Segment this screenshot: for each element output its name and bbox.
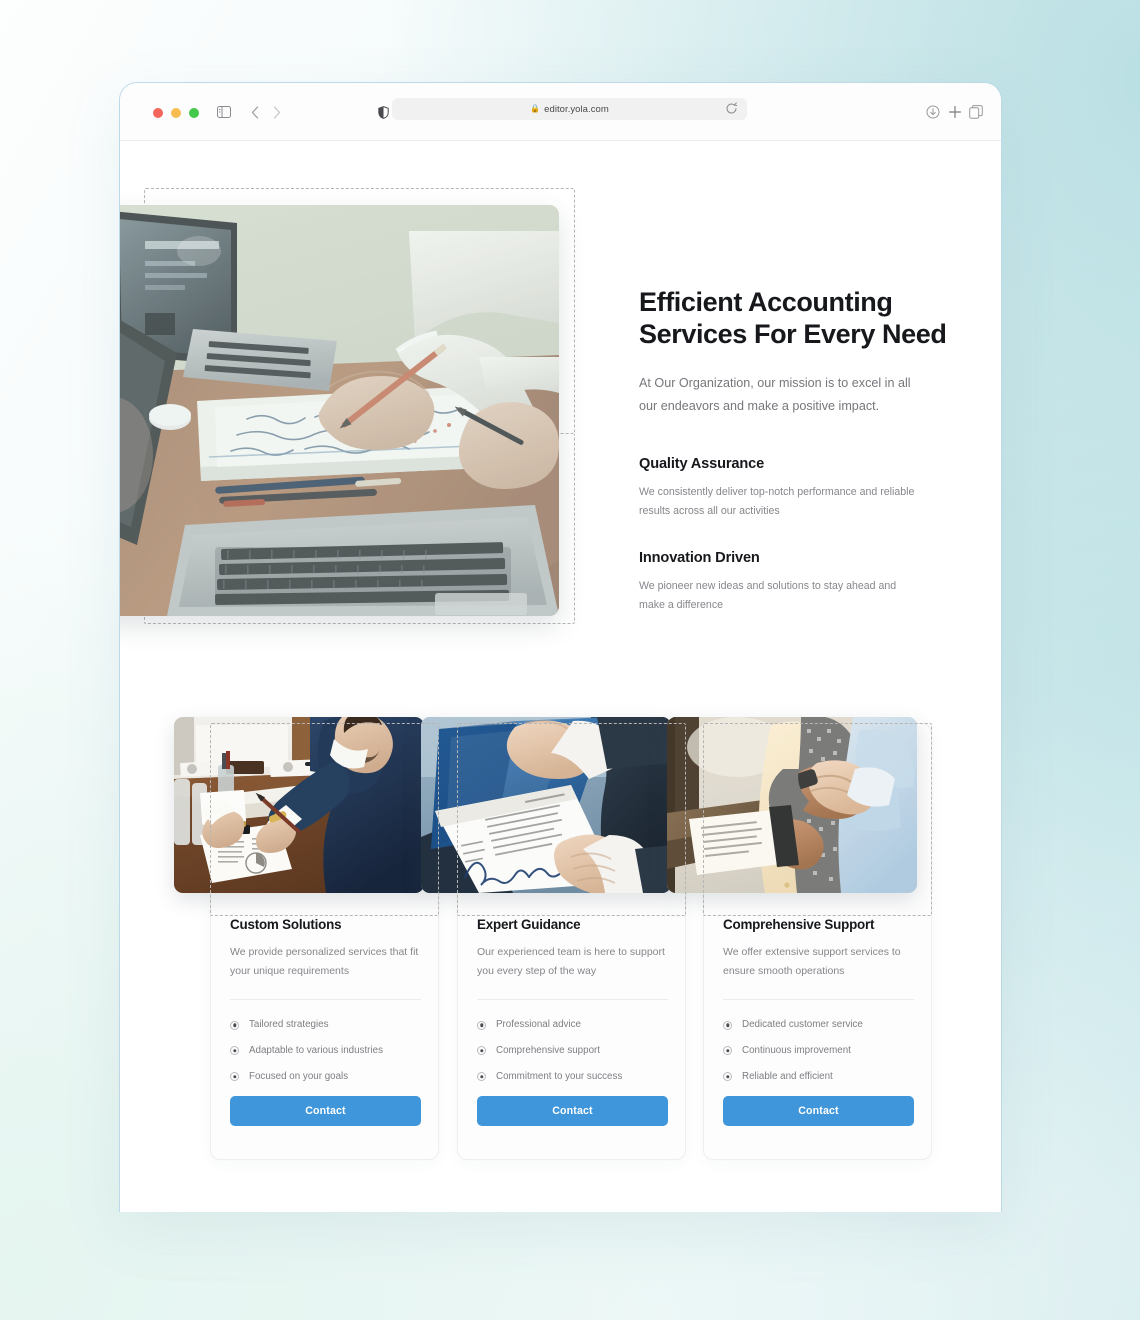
bullet-icon <box>723 1020 732 1030</box>
list-item: Continuous improvement <box>723 1044 914 1058</box>
hero-text-block: Efficient Accounting Services For Every … <box>639 141 959 615</box>
divider <box>477 999 668 1001</box>
list-item: Reliable and efficient <box>723 1070 914 1084</box>
bullet-icon <box>477 1072 486 1082</box>
bullet-icon <box>723 1046 732 1056</box>
contact-button[interactable]: Contact <box>723 1096 914 1127</box>
card-description: We offer extensive support services to e… <box>723 946 901 977</box>
minimize-window-button[interactable] <box>171 108 181 118</box>
list-item-label: Focused on your goals <box>249 1070 349 1082</box>
card-body: Comprehensive Support We offer extensive… <box>704 917 933 1127</box>
list-item-label: Tailored strategies <box>249 1019 329 1031</box>
bullet-icon <box>230 1046 239 1056</box>
card-feature-list: Dedicated customer service Continuous im… <box>723 1018 914 1083</box>
list-item-label: Continuous improvement <box>742 1045 851 1057</box>
feature-quality-assurance: Quality Assurance We consistently delive… <box>639 456 959 522</box>
bullet-icon <box>230 1072 239 1082</box>
lock-icon: 🔒 <box>530 104 541 113</box>
bullet-icon <box>477 1020 486 1030</box>
tab-overview-icon[interactable] <box>965 101 987 123</box>
bullet-icon <box>723 1072 732 1082</box>
hero-title-line-2: Services For Every Need <box>639 318 947 349</box>
feature-title: Quality Assurance <box>639 455 765 472</box>
traffic-lights <box>153 108 199 118</box>
card-description: We provide personalized services that fi… <box>230 946 419 977</box>
page-canvas: Efficient Accounting Services For Every … <box>120 141 1001 1212</box>
sidebar-toggle-icon[interactable] <box>213 101 235 123</box>
feature-innovation-driven: Innovation Driven We pioneer new ideas a… <box>639 550 959 616</box>
hero-title-line-1: Efficient Accounting <box>639 287 893 317</box>
card-title: Expert Guidance <box>477 917 581 932</box>
card-comprehensive-support[interactable]: Comprehensive Support We offer extensive… <box>667 717 933 1160</box>
browser-chrome: 🔒 editor.yola.com <box>120 83 1001 141</box>
list-item: Professional advice <box>477 1018 668 1032</box>
list-item-label: Dedicated customer service <box>742 1019 863 1031</box>
list-item-label: Commitment to your success <box>496 1070 623 1082</box>
address-bar[interactable]: 🔒 editor.yola.com <box>392 98 747 120</box>
card-body: Custom Solutions We provide personalized… <box>211 917 440 1127</box>
card-custom-solutions[interactable]: Custom Solutions We provide personalized… <box>174 717 440 1160</box>
card-image[interactable] <box>421 717 671 893</box>
new-tab-plus-icon[interactable] <box>944 101 966 123</box>
card-title: Comprehensive Support <box>723 917 875 932</box>
forward-chevron-icon[interactable] <box>266 101 288 123</box>
hero-image[interactable] <box>120 205 559 616</box>
card-image[interactable] <box>667 717 917 893</box>
list-item-label: Reliable and efficient <box>742 1070 833 1082</box>
contact-button[interactable]: Contact <box>477 1096 668 1127</box>
list-item-label: Professional advice <box>496 1019 581 1031</box>
list-item: Comprehensive support <box>477 1044 668 1058</box>
feature-title: Innovation Driven <box>639 549 760 566</box>
list-item: Tailored strategies <box>230 1018 421 1032</box>
contact-button[interactable]: Contact <box>230 1096 421 1127</box>
browser-window: 🔒 editor.yola.com Efficient Accounting S… <box>119 82 1002 1212</box>
hero-subtitle: At Our Organization, our mission is to e… <box>639 376 911 413</box>
reload-icon[interactable] <box>725 102 738 120</box>
list-item: Dedicated customer service <box>723 1018 914 1032</box>
cards-section: Custom Solutions We provide personalized… <box>120 661 1001 1160</box>
hero-section: Efficient Accounting Services For Every … <box>120 141 1001 661</box>
card-title: Custom Solutions <box>230 917 342 932</box>
url-text: editor.yola.com <box>544 103 609 115</box>
divider <box>723 999 914 1001</box>
card-expert-guidance[interactable]: Expert Guidance Our experienced team is … <box>421 717 687 1160</box>
card-image[interactable] <box>174 717 424 893</box>
list-item-label: Comprehensive support <box>496 1045 601 1057</box>
list-item: Focused on your goals <box>230 1070 421 1084</box>
bullet-icon <box>230 1020 239 1030</box>
card-feature-list: Tailored strategies Adaptable to various… <box>230 1018 421 1083</box>
card-description: Our experienced team is here to support … <box>477 946 665 977</box>
card-feature-list: Professional advice Comprehensive suppor… <box>477 1018 668 1083</box>
page-title: Efficient Accounting Services For Every … <box>639 287 959 350</box>
list-item: Commitment to your success <box>477 1070 668 1084</box>
list-item: Adaptable to various industries <box>230 1044 421 1058</box>
feature-text: We pioneer new ideas and solutions to st… <box>639 579 897 612</box>
privacy-shield-icon[interactable] <box>372 101 394 123</box>
card-body: Expert Guidance Our experienced team is … <box>458 917 687 1127</box>
list-item-label: Adaptable to various industries <box>249 1045 383 1057</box>
bullet-icon <box>477 1046 486 1056</box>
download-icon[interactable] <box>922 101 944 123</box>
divider <box>230 999 421 1001</box>
feature-text: We consistently deliver top-notch perfor… <box>639 485 915 518</box>
close-window-button[interactable] <box>153 108 163 118</box>
back-chevron-icon[interactable] <box>244 101 266 123</box>
maximize-window-button[interactable] <box>189 108 199 118</box>
